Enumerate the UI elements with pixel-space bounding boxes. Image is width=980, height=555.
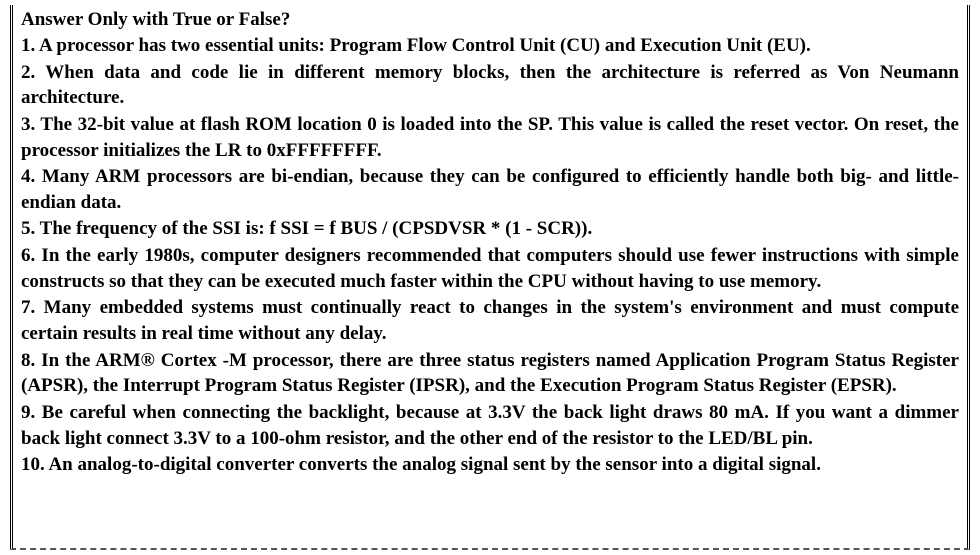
question-6: 6. In the early 1980s, computer designer… — [21, 243, 959, 294]
question-5: 5. The frequency of the SSI is: f SSI = … — [21, 216, 959, 242]
question-2: 2. When data and code lie in different m… — [21, 60, 959, 111]
question-9: 9. Be careful when connecting the backli… — [21, 400, 959, 451]
question-7: 7. Many embedded systems must continuall… — [21, 295, 959, 346]
question-3: 3. The 32-bit value at flash ROM locatio… — [21, 112, 959, 163]
document-frame: Answer Only with True or False? 1. A pro… — [10, 5, 970, 550]
question-4: 4. Many ARM processors are bi-endian, be… — [21, 164, 959, 215]
question-8: 8. In the ARM® Cortex -M processor, ther… — [21, 348, 959, 399]
question-1: 1. A processor has two essential units: … — [21, 33, 959, 59]
question-10: 10. An analog-to-digital converter conve… — [21, 452, 959, 478]
instruction-header: Answer Only with True or False? — [21, 9, 959, 31]
